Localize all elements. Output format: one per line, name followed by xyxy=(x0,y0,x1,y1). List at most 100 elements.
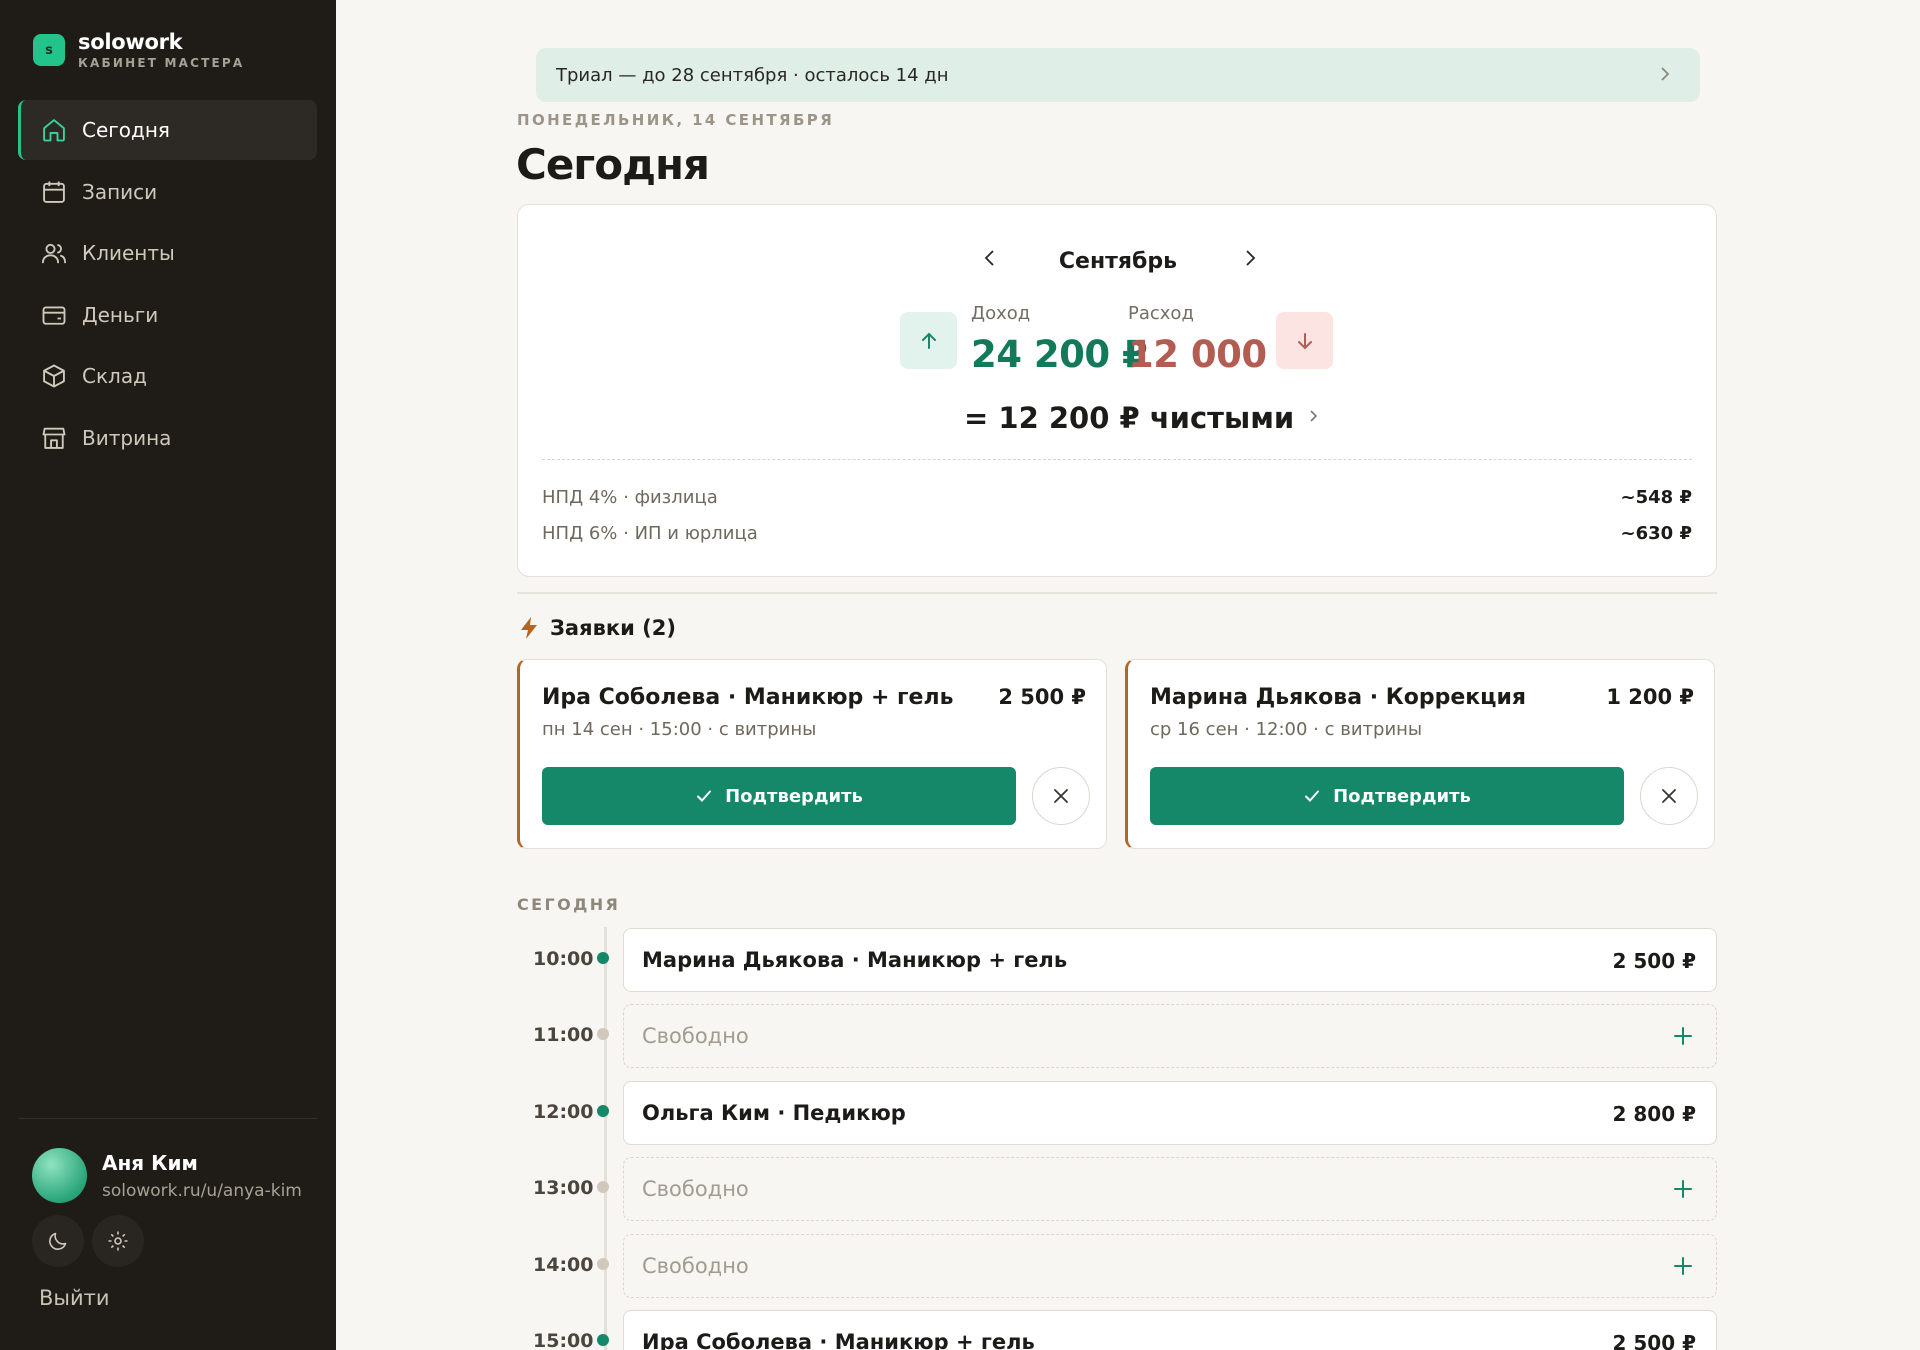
free-slot[interactable]: Свободно xyxy=(623,1234,1717,1298)
trial-text: Триал — до 28 сентября · осталось 14 дн xyxy=(556,64,949,86)
app-subtitle: КАБИНЕТ МАСТЕРА xyxy=(78,56,245,70)
section-divider xyxy=(517,592,1717,594)
divider xyxy=(542,459,1692,460)
users-icon xyxy=(40,239,68,267)
current-date: ПОНЕДЕЛЬНИК, 14 СЕНТЯБРЯ xyxy=(517,111,835,129)
store-icon xyxy=(40,424,68,452)
chevron-right-icon xyxy=(1308,397,1320,431)
confirm-button[interactable]: Подтвердить xyxy=(542,767,1016,825)
appointment-price: 2 800 ₽ xyxy=(1612,1102,1696,1126)
appointment-title: Ольга Ким · Педикюр xyxy=(642,1101,906,1125)
appointment-price: 2 500 ₽ xyxy=(1612,1331,1696,1350)
tax-row: НПД 6% · ИП и юрлица ~630 ₽ xyxy=(542,523,1692,544)
month-switcher: Сентябрь xyxy=(518,241,1716,281)
box-icon xyxy=(40,362,68,390)
appointment-item[interactable]: Ольга Ким · Педикюр 2 800 ₽ xyxy=(623,1081,1717,1145)
user-link[interactable]: solowork.ru/u/anya-kim xyxy=(102,1181,302,1201)
arrow-down-icon xyxy=(1297,332,1312,349)
chevron-right-icon[interactable] xyxy=(1239,247,1261,273)
plus-icon[interactable] xyxy=(1668,1174,1698,1204)
wallet-icon xyxy=(40,301,68,329)
free-slot[interactable]: Свободно xyxy=(623,1004,1717,1068)
sidebar-item-money[interactable]: Деньги xyxy=(18,285,317,345)
settings-button[interactable] xyxy=(92,1215,144,1267)
lightning-icon xyxy=(521,617,537,639)
month-name: Сентябрь xyxy=(1058,249,1178,274)
sidebar-item-storefront[interactable]: Витрина xyxy=(18,408,317,468)
check-icon xyxy=(1305,790,1320,802)
sidebar-item-records[interactable]: Записи xyxy=(18,162,317,222)
expense-label: Расход xyxy=(1128,303,1194,324)
free-slot[interactable]: Свободно xyxy=(623,1157,1717,1221)
page-title: Сегодня xyxy=(516,140,710,189)
slot-time: 15:00 xyxy=(533,1330,594,1350)
schedule-slot: 15:00 Ира Соболева · Маникюр + гель 2 50… xyxy=(517,1310,1717,1350)
app-logo: s xyxy=(33,34,65,66)
appointment-title: Марина Дьякова · Маникюр + гель xyxy=(642,948,1068,972)
sidebar-divider xyxy=(18,1118,317,1119)
requests-heading: Заявки (2) xyxy=(518,616,676,640)
appointment-item[interactable]: Марина Дьякова · Маникюр + гель 2 500 ₽ xyxy=(623,928,1717,992)
tax-value: ~548 ₽ xyxy=(1620,487,1692,508)
request-card: Ира Соболева · Маникюр + гель 2 500 ₽ пн… xyxy=(517,659,1107,849)
sidebar-item-label: Клиенты xyxy=(82,241,175,265)
user-profile[interactable]: Аня Ким solowork.ru/u/anya-kim xyxy=(32,1148,302,1203)
sidebar-item-label: Деньги xyxy=(82,302,159,327)
request-meta: пн 14 сен · 15:00 · с витрины xyxy=(542,719,817,740)
schedule-slot: 13:00 Свободно xyxy=(517,1157,1717,1221)
slot-time: 10:00 xyxy=(533,948,594,970)
sidebar-item-label: Сегодня xyxy=(82,118,170,142)
confirm-button[interactable]: Подтвердить xyxy=(1150,767,1624,825)
check-icon xyxy=(697,790,712,802)
income-label: Доход xyxy=(971,303,1031,324)
reject-button[interactable] xyxy=(1032,767,1090,825)
request-price: 1 200 ₽ xyxy=(1606,685,1694,709)
trial-banner[interactable]: Триал — до 28 сентября · осталось 14 дн xyxy=(536,48,1700,102)
brand[interactable]: s solowork КАБИНЕТ МАСТЕРА xyxy=(33,30,244,70)
slot-dot xyxy=(597,1334,609,1346)
schedule-slot: 10:00 Марина Дьякова · Маникюр + гель 2 … xyxy=(517,928,1717,992)
appointment-title: Ира Соболева · Маникюр + гель xyxy=(642,1330,1035,1350)
slot-dot xyxy=(597,1181,609,1193)
plus-icon[interactable] xyxy=(1668,1251,1698,1281)
sidebar-item-storage[interactable]: Склад xyxy=(18,346,317,406)
close-icon xyxy=(1054,789,1068,803)
add-income-button[interactable] xyxy=(900,312,957,369)
free-slot-label: Свободно xyxy=(642,1254,749,1278)
theme-toggle-button[interactable] xyxy=(32,1215,84,1267)
add-expense-button[interactable] xyxy=(1276,312,1333,369)
sidebar-item-today[interactable]: Сегодня xyxy=(18,100,317,160)
slot-dot xyxy=(597,952,609,964)
tax-row: НПД 4% · физлица ~548 ₽ xyxy=(542,487,1692,508)
request-price: 2 500 ₽ xyxy=(998,685,1086,709)
app-name: solowork xyxy=(78,30,183,54)
reject-button[interactable] xyxy=(1640,767,1698,825)
sidebar-item-clients[interactable]: Клиенты xyxy=(18,223,317,283)
sidebar-item-label: Записи xyxy=(82,179,158,204)
request-title: Марина Дьякова · Коррекция xyxy=(1150,685,1527,710)
slot-dot xyxy=(597,1105,609,1117)
income-value: 24 200 ₽ xyxy=(971,333,1148,376)
sidebar: s solowork КАБИНЕТ МАСТЕРА Сегодня Запис… xyxy=(0,0,336,1350)
request-card: Марина Дьякова · Коррекция 1 200 ₽ ср 16… xyxy=(1125,659,1715,849)
slot-time: 13:00 xyxy=(533,1177,594,1199)
schedule-slot: 11:00 Свободно xyxy=(517,1004,1717,1068)
sidebar-item-label: Витрина xyxy=(82,425,172,450)
sidebar-tools xyxy=(32,1215,152,1267)
slot-dot xyxy=(597,1258,609,1270)
user-name: Аня Ким xyxy=(102,1150,198,1175)
appointment-item[interactable]: Ира Соболева · Маникюр + гель 2 500 ₽ xyxy=(623,1310,1717,1350)
tax-label: НПД 4% · физлица xyxy=(542,487,718,508)
confirm-label: Подтвердить xyxy=(725,785,863,807)
free-slot-label: Свободно xyxy=(642,1024,749,1048)
plus-icon[interactable] xyxy=(1668,1021,1698,1051)
net-profit-link[interactable]: = 12 200 ₽ чистыми xyxy=(964,401,1320,435)
tax-label: НПД 6% · ИП и юрлица xyxy=(542,523,758,544)
gear-icon xyxy=(108,1231,128,1251)
slot-dot xyxy=(597,1028,609,1040)
schedule-slot: 14:00 Свободно xyxy=(517,1234,1717,1298)
tax-value: ~630 ₽ xyxy=(1620,523,1692,544)
logout-button[interactable]: Выйти xyxy=(39,1286,110,1310)
slot-time: 12:00 xyxy=(533,1101,594,1123)
close-icon xyxy=(1662,789,1676,803)
